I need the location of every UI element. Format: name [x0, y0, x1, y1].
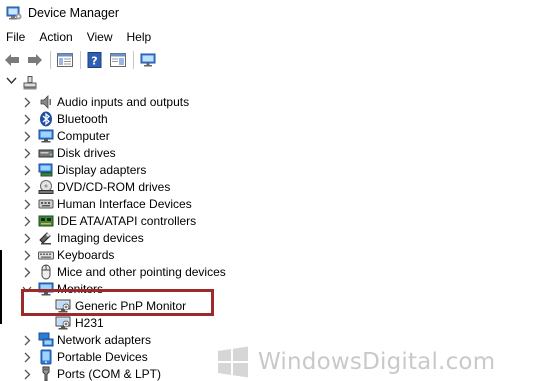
display-adapter-icon: [38, 163, 53, 177]
chevron-right-icon[interactable]: [22, 250, 32, 261]
tree-item-label: Network adapters: [57, 333, 152, 347]
chevron-right-icon[interactable]: [22, 182, 32, 193]
tree-item-label: Human Interface Devices: [57, 197, 192, 211]
toolbar-separator: [133, 51, 134, 69]
tree-item-label: Keyboards: [57, 248, 115, 262]
menu-view[interactable]: View: [80, 27, 120, 47]
menu-bar: File Action View Help: [0, 27, 158, 47]
menu-help[interactable]: Help: [120, 27, 159, 47]
menu-file[interactable]: File: [0, 27, 32, 47]
svg-text:?: ?: [91, 55, 97, 68]
device-manager-icon: [6, 6, 22, 20]
chevron-right-icon[interactable]: [22, 267, 32, 278]
tree-item-hid[interactable]: Human Interface Devices: [0, 196, 400, 213]
tree-item-imaging[interactable]: Imaging devices: [0, 230, 400, 247]
chevron-right-icon[interactable]: [22, 335, 32, 346]
tree-item-label: Imaging devices: [57, 231, 144, 245]
back-arrow-icon: [5, 54, 19, 66]
toolbar-separator: [50, 51, 51, 69]
toolbar: ?: [0, 49, 538, 71]
scan-hardware-button[interactable]: [138, 50, 158, 70]
tree-item-label: Bluetooth: [57, 112, 108, 126]
ide-controller-icon: [38, 215, 54, 227]
monitor-scan-icon: [140, 53, 156, 66]
tree-item-label: Portable Devices: [57, 350, 148, 364]
tree-item-display-adapters[interactable]: Display adapters: [0, 162, 400, 179]
tree-item-label: Ports (COM & LPT): [57, 367, 162, 381]
menu-action[interactable]: Action: [32, 27, 79, 47]
computer-icon: [23, 76, 37, 90]
tree-item-label: Disk drives: [57, 146, 116, 160]
camera-icon: [39, 232, 51, 245]
tree-item-disk-drives[interactable]: Disk drives: [0, 145, 400, 162]
tree-item-label: IDE ATA/ATAPI controllers: [57, 214, 197, 228]
highlight-annotation: [21, 289, 214, 316]
chevron-right-icon[interactable]: [22, 114, 32, 125]
chevron-right-icon[interactable]: [22, 352, 32, 363]
chevron-right-icon[interactable]: [22, 148, 32, 159]
toolbar-separator: [80, 51, 81, 69]
disk-drive-icon: [38, 149, 54, 158]
chevron-down-icon[interactable]: [6, 77, 17, 85]
tree-item-ide-controllers[interactable]: IDE ATA/ATAPI controllers: [0, 213, 400, 230]
tree-item-label: H231: [75, 316, 104, 330]
watermark-text: WindowsDigital.com: [258, 349, 496, 375]
properties-pane-icon: [110, 53, 126, 67]
chevron-right-icon[interactable]: [22, 199, 32, 210]
show-hide-console-tree-button[interactable]: [55, 50, 75, 70]
tree-item-label: Mice and other pointing devices: [57, 265, 226, 279]
tree-item-label: Computer: [57, 129, 110, 143]
keyboard-icon: [38, 251, 54, 260]
tree-item-label: DVD/CD-ROM drives: [57, 180, 171, 194]
watermark: WindowsDigital.com: [216, 343, 495, 381]
tree-item-bluetooth[interactable]: Bluetooth: [0, 111, 400, 128]
help-button[interactable]: ?: [85, 50, 105, 70]
chevron-right-icon[interactable]: [22, 131, 32, 142]
windows-logo-icon: [218, 346, 248, 378]
speaker-icon: [40, 95, 51, 109]
tree-item-h231[interactable]: H231: [0, 315, 400, 332]
tree-item-mice[interactable]: Mice and other pointing devices: [0, 264, 400, 281]
title-bar: Device Manager: [0, 0, 538, 26]
hid-icon: [38, 199, 54, 209]
chevron-right-icon[interactable]: [22, 216, 32, 227]
window-title: Device Manager: [28, 6, 120, 20]
bluetooth-icon: [40, 111, 52, 127]
forward-arrow-icon: [28, 54, 42, 66]
tree-item-dvd-drives[interactable]: DVD/CD-ROM drives: [0, 179, 400, 196]
computer-icon: [38, 129, 54, 143]
mouse-icon: [41, 264, 51, 280]
back-button[interactable]: [2, 50, 22, 70]
tree-item-label: Display adapters: [57, 163, 147, 177]
tree-item-keyboards[interactable]: Keyboards: [0, 247, 400, 264]
port-icon: [42, 366, 50, 381]
chevron-right-icon[interactable]: [22, 165, 32, 176]
monitor-icon: [55, 316, 71, 330]
tree-item-computer[interactable]: Computer: [0, 128, 400, 145]
forward-button[interactable]: [25, 50, 45, 70]
chevron-right-icon[interactable]: [22, 369, 32, 380]
portable-device-icon: [40, 349, 52, 365]
network-icon: [38, 332, 54, 347]
console-tree-icon: [57, 53, 73, 67]
tree-item-label: Audio inputs and outputs: [57, 95, 190, 109]
dvd-drive-icon: [38, 180, 54, 194]
properties-pane-button[interactable]: [108, 50, 128, 70]
tree-item-audio[interactable]: Audio inputs and outputs: [0, 94, 400, 111]
help-icon: ?: [87, 52, 102, 68]
chevron-right-icon[interactable]: [22, 97, 32, 108]
chevron-right-icon[interactable]: [22, 233, 32, 244]
